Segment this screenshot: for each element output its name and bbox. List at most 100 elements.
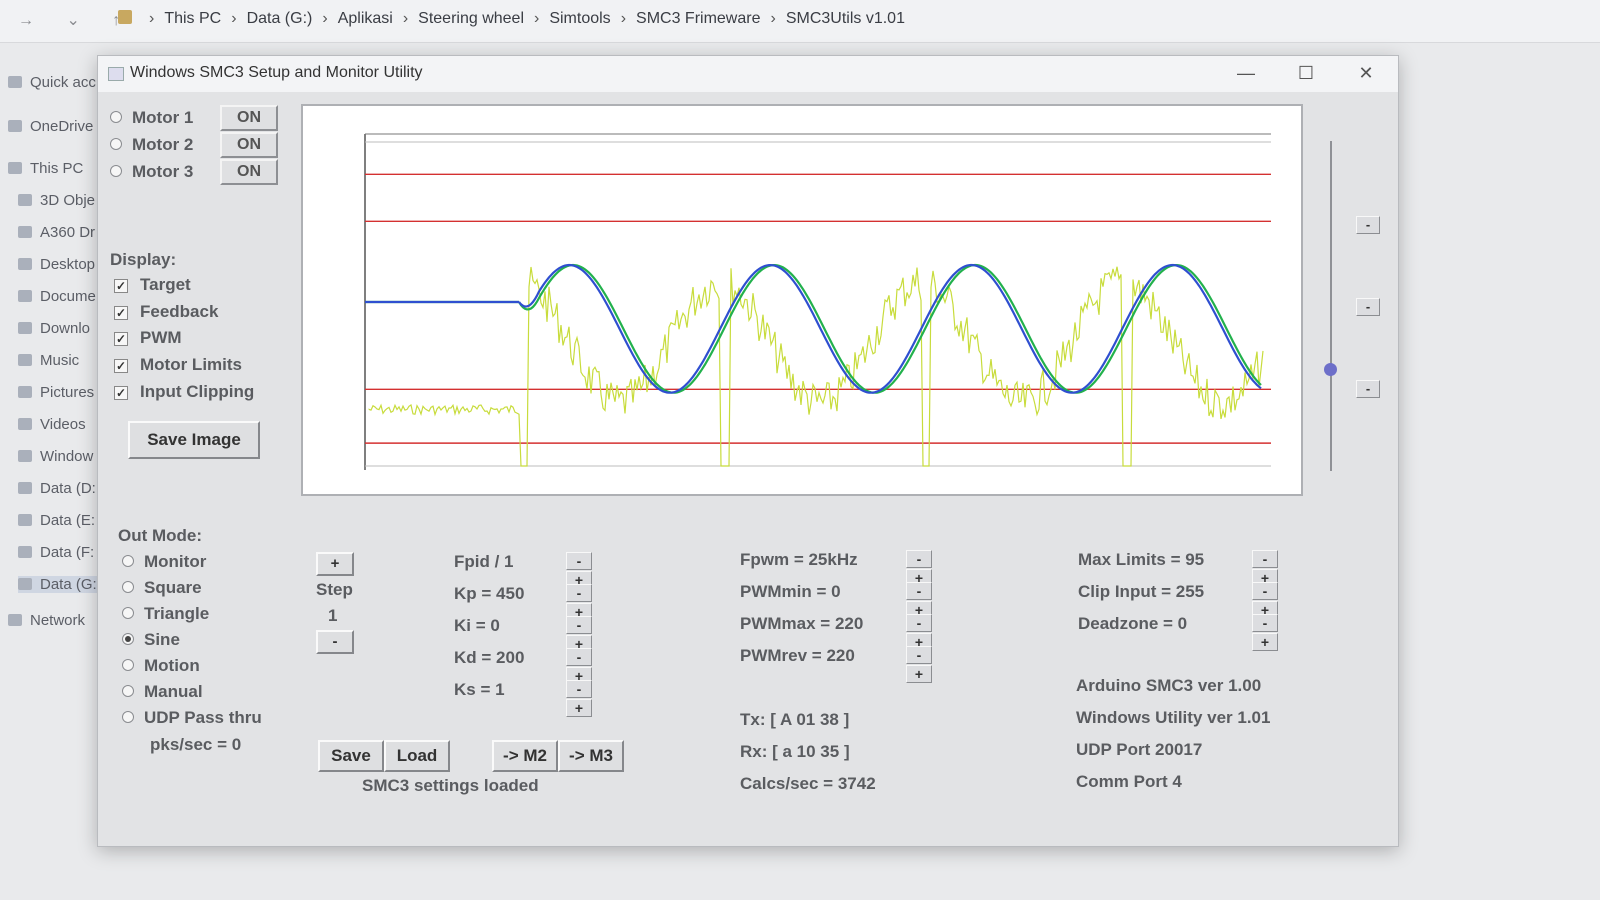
sidebar-item[interactable]: Quick acc (8, 74, 108, 91)
motor-1-on-button[interactable]: ON (220, 105, 278, 131)
pwmmin-label: PWMmin = 0 (740, 582, 841, 601)
kd-label: Kd = 200 (454, 648, 525, 667)
motor-3-on-button[interactable]: ON (220, 159, 278, 185)
kd-minus-button[interactable]: - (566, 648, 592, 666)
max-limits-minus-button[interactable]: - (1252, 550, 1278, 568)
out-mode-triangle[interactable]: Triangle (122, 604, 209, 624)
kp-minus-button[interactable]: - (566, 584, 592, 602)
ks-plus-button[interactable]: + (566, 699, 592, 717)
deadzone-minus-button[interactable]: - (1252, 614, 1278, 632)
ks-minus-button[interactable]: - (566, 680, 592, 698)
step-minus-button[interactable]: - (316, 630, 354, 654)
clip-input-minus-button[interactable]: - (1252, 582, 1278, 600)
maximize-button[interactable]: ☐ (1286, 60, 1326, 86)
display-pwm-label: PWM (140, 328, 182, 347)
out-mode-monitor[interactable]: Monitor (122, 552, 206, 572)
save-button[interactable]: Save (318, 740, 384, 772)
scale-button-3[interactable]: - (1356, 380, 1380, 398)
max-limits-stepper: -+ (1252, 550, 1308, 587)
folder-icon (18, 418, 32, 430)
utility-version: Windows Utility ver 1.01 (1076, 708, 1271, 727)
sidebar-item-label: Data (E: (40, 512, 96, 529)
fpwm-label: Fpwm = 25kHz (740, 550, 858, 569)
display-pwm-checkbox[interactable]: ✓ PWM (114, 328, 182, 348)
sidebar-item[interactable]: This PC (8, 160, 108, 177)
ki-minus-button[interactable]: - (566, 616, 592, 634)
calcs-readout: Calcs/sec = 3742 (740, 774, 876, 793)
breadcrumb-separator-icon: › (231, 10, 237, 27)
sidebar-item[interactable]: Network (8, 612, 108, 629)
radio-icon (122, 685, 134, 697)
out-mode-manual[interactable]: Manual (122, 682, 203, 702)
folder-icon (18, 290, 32, 302)
pwm-trace (368, 266, 1264, 467)
breadcrumb-separator-icon: › (770, 10, 776, 27)
smc3-window: Windows SMC3 Setup and Monitor Utility —… (97, 55, 1399, 847)
out-mode-sine[interactable]: Sine (122, 630, 180, 650)
graph-svg (364, 133, 1271, 470)
display-motor-limits-checkbox[interactable]: ✓ Motor Limits (114, 355, 242, 375)
ki-stepper: -+ (566, 616, 622, 653)
scale-button-2[interactable]: - (1356, 298, 1380, 316)
folder-icon (18, 386, 32, 398)
pwmrev-minus-button[interactable]: - (906, 646, 932, 664)
sidebar-item[interactable]: OneDrive (8, 118, 108, 135)
copy-to-m2-button[interactable]: -> M2 (492, 740, 558, 772)
breadcrumb-item[interactable]: SMC3 Frimeware (636, 10, 760, 27)
pks-per-sec: pks/sec = 0 (150, 735, 242, 754)
breadcrumb-item[interactable]: This PC (164, 10, 221, 27)
deadzone-plus-button[interactable]: + (1252, 633, 1278, 651)
sidebar-item-label: Quick acc (30, 74, 96, 91)
out-mode-monitor-label: Monitor (144, 552, 207, 571)
sidebar-item-label: Window (40, 448, 94, 465)
out-mode-motion[interactable]: Motion (122, 656, 200, 676)
motor-2-on-button[interactable]: ON (220, 132, 278, 158)
display-target-checkbox[interactable]: ✓ Target (114, 275, 191, 295)
pwmrev-plus-button[interactable]: + (906, 665, 932, 683)
kp-label: Kp = 450 (454, 584, 525, 603)
out-mode-square[interactable]: Square (122, 578, 202, 598)
fpid-label: Fpid / 1 (454, 552, 514, 571)
folder-icon (18, 226, 32, 238)
fpwm-stepper: -+ (906, 550, 962, 587)
step-label: Step (316, 580, 353, 599)
breadcrumb-item[interactable]: Aplikasi (338, 10, 393, 27)
sidebar-item-label: 3D Obje (40, 192, 96, 209)
slider-thumb[interactable] (1324, 363, 1337, 376)
clip-input-label: Clip Input = 255 (1078, 582, 1205, 601)
breadcrumb-separator-icon: › (322, 10, 328, 27)
fpwm-minus-button[interactable]: - (906, 550, 932, 568)
step-plus-button[interactable]: + (316, 552, 354, 576)
fpid-minus-button[interactable]: - (566, 552, 592, 570)
explorer-sidebar: Quick acc OneDrive This PC 3D Obje A360 Dr De… (0, 60, 118, 900)
copy-to-m3-button[interactable]: -> M3 (558, 740, 624, 772)
breadcrumb-item[interactable]: SMC3Utils v1.01 (786, 10, 905, 27)
close-button[interactable]: ✕ (1346, 60, 1386, 86)
display-input-clipping-checkbox[interactable]: ✓ Input Clipping (114, 382, 254, 402)
max-limits-label: Max Limits = 95 (1078, 550, 1205, 569)
vertical-slider[interactable] (1324, 141, 1337, 471)
motor-3-radio[interactable]: Motor 3 (110, 162, 193, 182)
breadcrumb-item[interactable]: Data (G:) (247, 10, 313, 27)
folder-icon (18, 322, 32, 334)
nav-arrows-icon[interactable]: → ⌄ ↑ (18, 10, 134, 30)
motor-1-radio[interactable]: Motor 1 (110, 108, 193, 128)
display-title: Display: (110, 250, 177, 269)
pwmmax-minus-button[interactable]: - (906, 614, 932, 632)
out-mode-square-label: Square (144, 578, 202, 597)
out-mode-udp[interactable]: UDP Pass thru (122, 708, 262, 728)
minimize-button[interactable]: — (1226, 60, 1266, 86)
address-bar: → ⌄ ↑ › This PC › Data (G:) › Aplikasi › Steeri… (0, 0, 1600, 43)
motor-2-radio[interactable]: Motor 2 (110, 135, 193, 155)
scale-button-1[interactable]: - (1356, 216, 1380, 234)
kp-stepper: -+ (566, 584, 622, 621)
breadcrumb-item[interactable]: Simtools (549, 10, 610, 27)
load-button[interactable]: Load (384, 740, 450, 772)
breadcrumb-separator-icon: › (402, 10, 409, 27)
display-feedback-checkbox[interactable]: ✓ Feedback (114, 302, 218, 322)
sidebar-item-label: Docume (40, 288, 96, 305)
radio-icon (122, 555, 134, 567)
pwmmin-minus-button[interactable]: - (906, 582, 932, 600)
save-image-button[interactable]: Save Image (128, 421, 260, 459)
breadcrumb-item[interactable]: Steering wheel (418, 10, 524, 27)
